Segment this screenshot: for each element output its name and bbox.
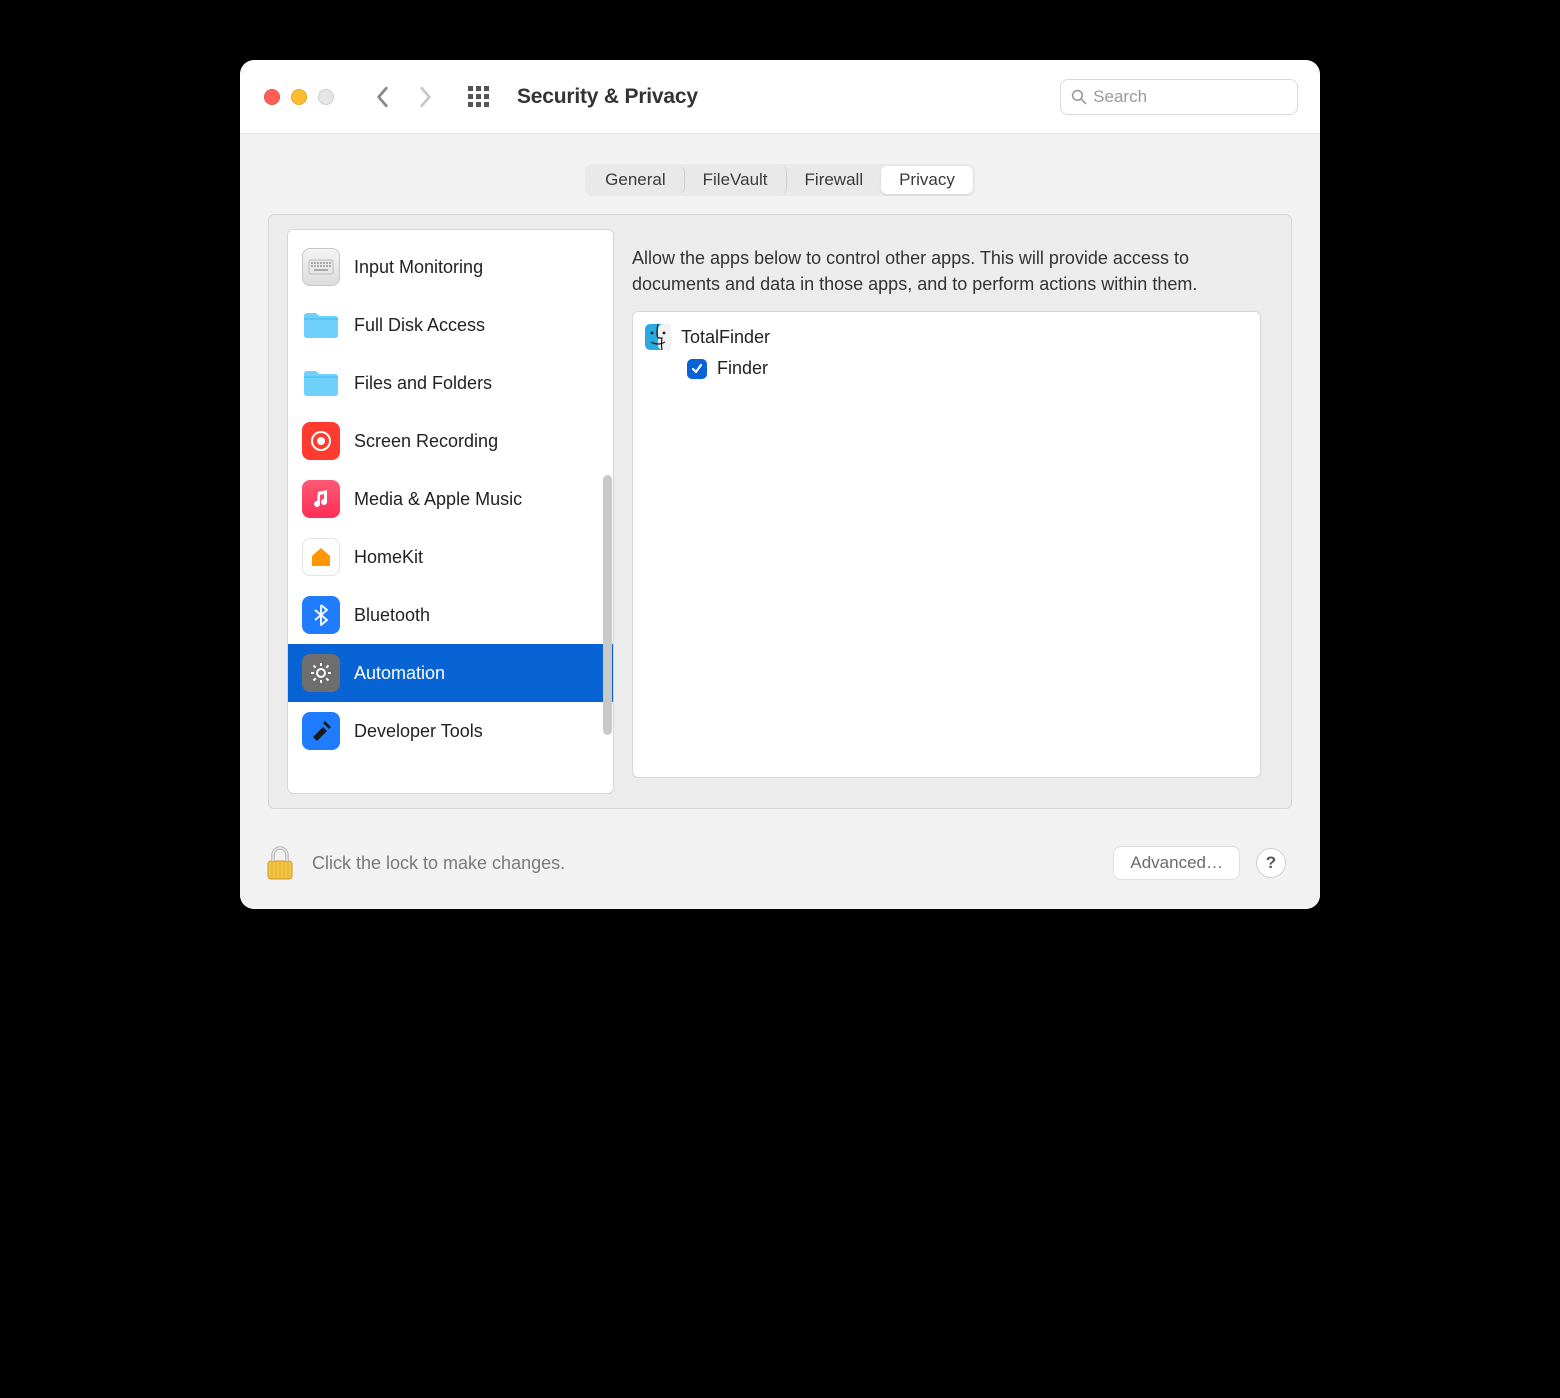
show-all-icon[interactable] [468, 86, 489, 107]
sidebar-item-input-monitoring[interactable]: Input Monitoring [288, 238, 613, 296]
folder-icon [302, 306, 340, 344]
folder-icon [302, 364, 340, 402]
window-controls [258, 89, 334, 105]
sidebar-item-automation[interactable]: Automation [288, 644, 613, 702]
search-field[interactable] [1060, 79, 1298, 115]
app-row: TotalFinder [645, 320, 1248, 354]
advanced-button[interactable]: Advanced… [1113, 846, 1240, 880]
sidebar-item-label: Developer Tools [354, 721, 483, 742]
sidebar-item-media-apple-music[interactable]: Media & Apple Music [288, 470, 613, 528]
sidebar-item-files-and-folders[interactable]: Files and Folders [288, 354, 613, 412]
app-permission-list: TotalFinder Finder [632, 311, 1261, 778]
tab-general[interactable]: General [587, 166, 684, 194]
sidebar-item-label: Media & Apple Music [354, 489, 522, 510]
sidebar-item-full-disk-access[interactable]: Full Disk Access [288, 296, 613, 354]
back-button[interactable] [376, 86, 390, 108]
keyboard-icon [302, 248, 340, 286]
scrollbar[interactable] [603, 475, 612, 735]
privacy-panel: Accessibility Input Monitoring [268, 214, 1292, 809]
gear-icon [302, 654, 340, 692]
lock-text: Click the lock to make changes. [312, 853, 565, 874]
zoom-window-button [318, 89, 334, 105]
bluetooth-icon [302, 596, 340, 634]
sidebar-item-accessibility[interactable]: Accessibility [288, 229, 613, 238]
tab-bar: General FileVault Firewall Privacy [585, 164, 975, 196]
forward-button [418, 86, 432, 108]
app-name: TotalFinder [681, 327, 770, 348]
sidebar-item-screen-recording[interactable]: Screen Recording [288, 412, 613, 470]
music-icon [302, 480, 340, 518]
search-icon [1071, 88, 1087, 106]
sidebar-item-label: Screen Recording [354, 431, 498, 452]
window-title: Security & Privacy [517, 85, 698, 109]
tab-firewall[interactable]: Firewall [787, 166, 882, 194]
footer: Click the lock to make changes. Advanced… [240, 809, 1320, 883]
sidebar-item-label: Input Monitoring [354, 257, 483, 278]
detail-description: Allow the apps below to control other ap… [632, 245, 1261, 297]
nav-buttons [376, 86, 432, 108]
sidebar-item-label: HomeKit [354, 547, 423, 568]
tab-privacy[interactable]: Privacy [881, 166, 973, 194]
sidebar-item-bluetooth[interactable]: Bluetooth [288, 586, 613, 644]
body: General FileVault Firewall Privacy Acces… [240, 134, 1320, 909]
permission-checkbox[interactable] [687, 359, 707, 379]
home-icon [302, 538, 340, 576]
hammer-icon [302, 712, 340, 750]
search-input[interactable] [1093, 87, 1287, 107]
sidebar-item-developer-tools[interactable]: Developer Tools [288, 702, 613, 760]
finder-icon [645, 324, 671, 350]
titlebar: Security & Privacy [240, 60, 1320, 134]
preferences-window: Security & Privacy General FileVault Fir… [240, 60, 1320, 909]
minimize-window-button[interactable] [291, 89, 307, 105]
sidebar-item-label: Full Disk Access [354, 315, 485, 336]
tab-filevault[interactable]: FileVault [685, 166, 787, 194]
permission-label: Finder [717, 358, 768, 379]
record-icon [302, 422, 340, 460]
close-window-button[interactable] [264, 89, 280, 105]
permission-row[interactable]: Finder [645, 354, 1248, 383]
sidebar-item-homekit[interactable]: HomeKit [288, 528, 613, 586]
category-list[interactable]: Accessibility Input Monitoring [287, 229, 614, 794]
sidebar-item-label: Bluetooth [354, 605, 430, 626]
detail-pane: Allow the apps below to control other ap… [614, 215, 1291, 808]
sidebar-item-label: Files and Folders [354, 373, 492, 394]
sidebar-item-label: Automation [354, 663, 445, 684]
help-button[interactable]: ? [1256, 848, 1286, 878]
lock-icon[interactable] [260, 843, 300, 883]
